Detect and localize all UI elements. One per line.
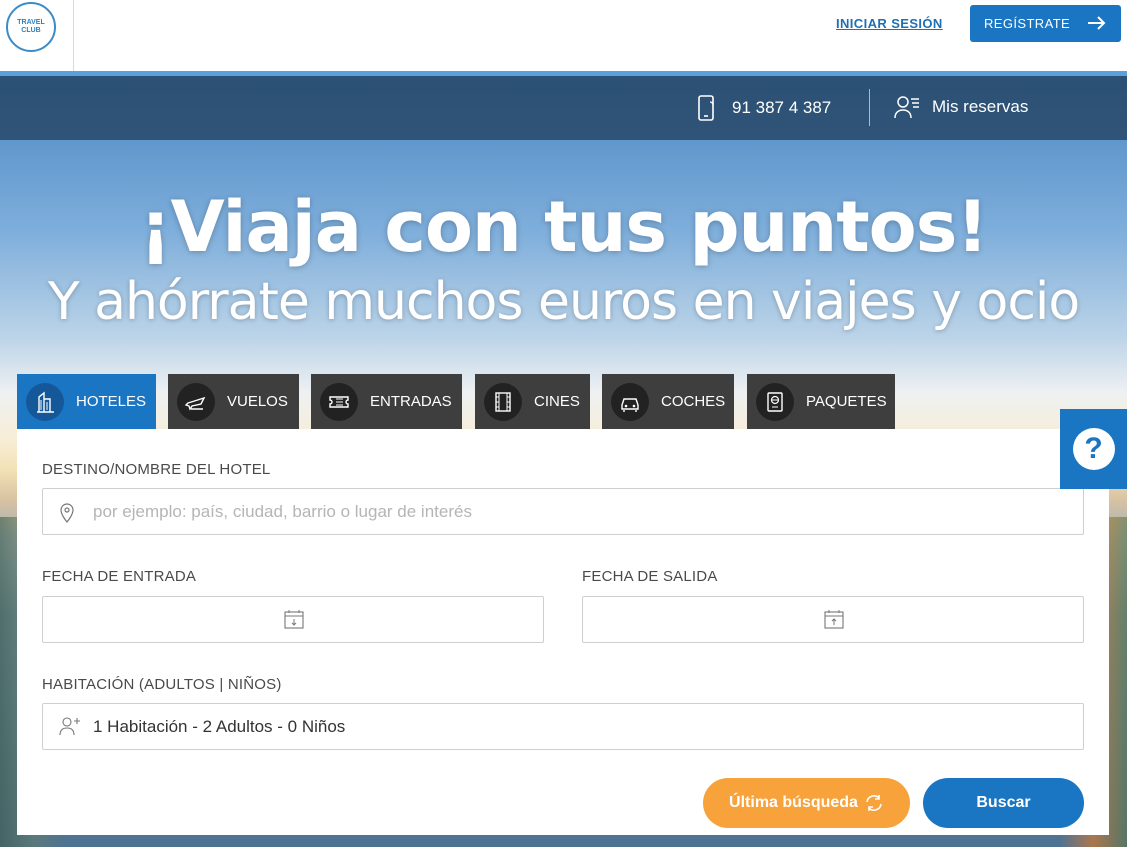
user-add-icon bbox=[59, 717, 80, 736]
tab-vuelos[interactable]: VUELOS bbox=[168, 374, 299, 429]
passport-icon bbox=[756, 382, 794, 421]
logo-text: TRAVEL CLUB bbox=[17, 19, 45, 34]
phone-number: 91 387 4 387 bbox=[732, 98, 832, 117]
tab-coches[interactable]: COCHES bbox=[602, 374, 734, 429]
question-icon: ? bbox=[1072, 428, 1115, 470]
hero-subtitle: Y ahórrate muchos euros en viajes y ocio bbox=[47, 272, 1080, 332]
last-search-label: Última búsqueda bbox=[729, 794, 858, 811]
nav-separator bbox=[869, 89, 870, 126]
tab-label: CINES bbox=[534, 393, 580, 410]
car-icon bbox=[611, 382, 649, 421]
tab-cines[interactable]: CINES bbox=[475, 374, 590, 429]
calendar-checkin-icon bbox=[284, 610, 304, 629]
film-icon bbox=[484, 382, 522, 421]
tab-label: ENTRADAS bbox=[370, 393, 452, 410]
tab-entradas[interactable]: ENTRADAS bbox=[311, 374, 462, 429]
tab-label: COCHES bbox=[661, 393, 726, 410]
tab-label: VUELOS bbox=[227, 393, 288, 410]
hotel-search-panel: DESTINO/NOMBRE DEL HOTEL por ejemplo: pa… bbox=[17, 429, 1109, 835]
calendar-checkout-icon bbox=[824, 610, 844, 629]
login-link[interactable]: INICIAR SESIÓN bbox=[836, 16, 943, 31]
register-button[interactable]: REGÍSTRATE bbox=[970, 5, 1121, 42]
tab-label: HOTELES bbox=[76, 393, 147, 410]
checkout-date-field[interactable] bbox=[582, 596, 1084, 643]
register-label: REGÍSTRATE bbox=[984, 16, 1071, 31]
phone-icon bbox=[698, 95, 714, 121]
destination-label: DESTINO/NOMBRE DEL HOTEL bbox=[42, 461, 271, 478]
search-button[interactable]: Buscar bbox=[923, 778, 1084, 828]
logo-divider bbox=[73, 0, 74, 71]
plane-icon bbox=[177, 382, 215, 421]
checkout-label: FECHA DE SALIDA bbox=[582, 568, 718, 585]
travel-club-logo[interactable]: TRAVEL CLUB bbox=[6, 2, 56, 52]
my-reservations-link[interactable]: Mis reservas bbox=[894, 94, 1028, 120]
checkin-date-field[interactable] bbox=[42, 596, 544, 643]
help-button[interactable]: ? bbox=[1060, 409, 1127, 489]
hero-title: ¡Viaja con tus puntos! bbox=[139, 186, 989, 268]
arrow-right-icon bbox=[1088, 16, 1106, 30]
destination-placeholder: por ejemplo: país, ciudad, barrio o luga… bbox=[93, 502, 472, 521]
checkin-label: FECHA DE ENTRADA bbox=[42, 568, 197, 585]
ticket-icon bbox=[320, 382, 358, 421]
room-guests-value: 1 Habitación - 2 Adultos - 0 Niños bbox=[93, 717, 346, 736]
destination-input[interactable]: por ejemplo: país, ciudad, barrio o luga… bbox=[42, 488, 1084, 535]
my-reservations-label: Mis reservas bbox=[932, 97, 1029, 116]
room-guests-field[interactable]: 1 Habitación - 2 Adultos - 0 Niños bbox=[42, 703, 1084, 750]
last-search-button[interactable]: Última búsqueda bbox=[703, 778, 910, 828]
location-pin-icon bbox=[60, 503, 74, 523]
building-icon bbox=[26, 382, 64, 421]
tab-paquetes[interactable]: PAQUETES bbox=[747, 374, 895, 429]
phone-contact[interactable]: 91 387 4 387 bbox=[696, 94, 831, 122]
top-header: TRAVEL CLUB INICIAR SESIÓN REGÍSTRATE bbox=[0, 0, 1127, 71]
room-label: HABITACIÓN (ADULTOS | NIÑOS) bbox=[42, 676, 282, 693]
refresh-icon bbox=[866, 795, 882, 811]
tab-label: PAQUETES bbox=[806, 393, 887, 410]
user-list-icon bbox=[894, 96, 919, 119]
tab-hoteles[interactable]: HOTELES bbox=[17, 374, 156, 429]
